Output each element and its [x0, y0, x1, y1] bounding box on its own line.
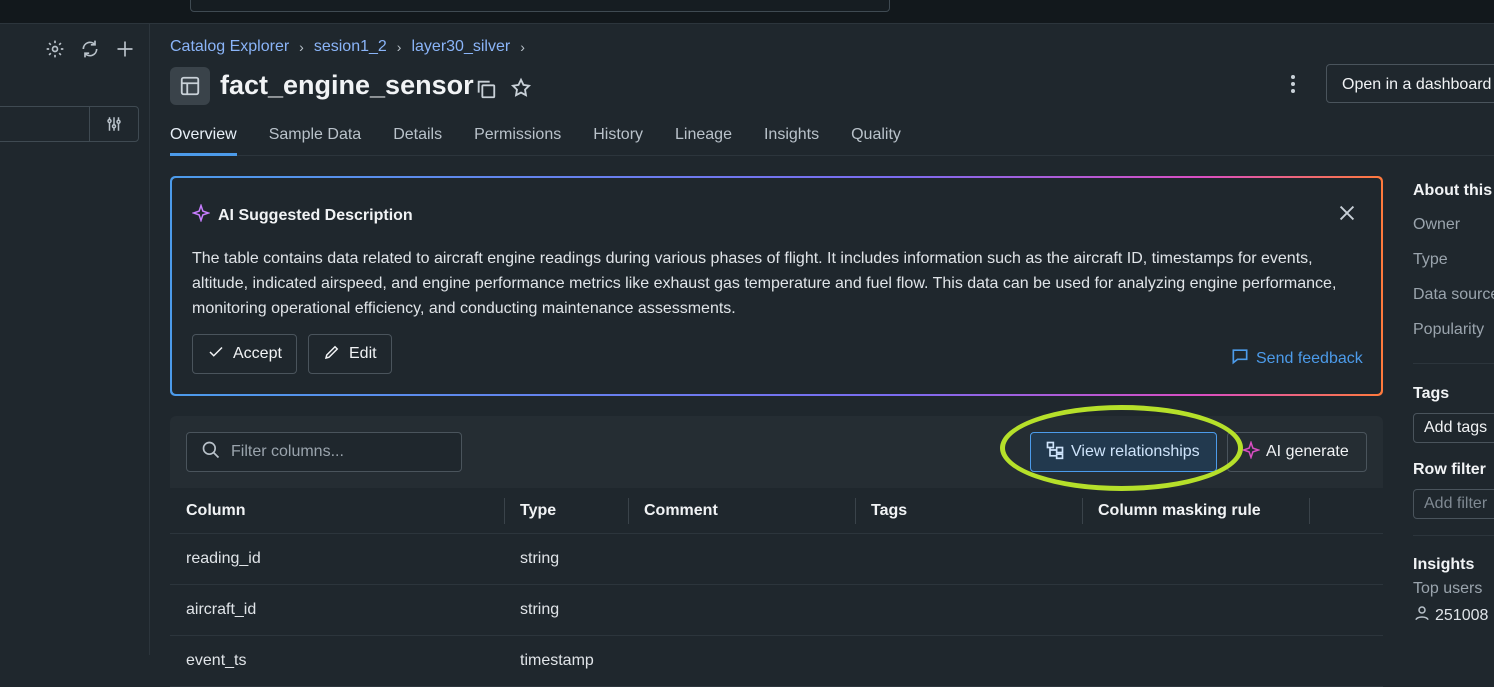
column-header-column[interactable]: Column: [170, 488, 504, 533]
speech-bubble-icon: [1230, 346, 1250, 371]
sparkle-icon: [191, 203, 211, 227]
tab-lineage[interactable]: Lineage: [675, 126, 732, 156]
column-header-comment[interactable]: Comment: [628, 488, 855, 533]
search-icon: [201, 440, 221, 465]
gear-icon[interactable]: [44, 38, 66, 60]
filter-columns-input[interactable]: Filter columns...: [186, 432, 462, 472]
columns-table: Column Type Comment Tags Column masking …: [170, 488, 1383, 687]
sparkle-icon: [1241, 439, 1261, 464]
row-filter-heading: Row filter: [1413, 461, 1486, 478]
owner-label: Owner: [1413, 216, 1461, 233]
about-heading: About this: [1413, 182, 1493, 199]
ai-description-card: AI Suggested Description The table conta…: [170, 176, 1383, 396]
close-icon[interactable]: [1336, 202, 1360, 226]
columns-panel: Filter columns... View relationships AI …: [170, 416, 1383, 687]
cell-column-name: aircraft_id: [186, 601, 257, 618]
insights-heading: Insights: [1413, 556, 1475, 573]
chevron-right-icon: ›: [396, 39, 402, 55]
table-icon: [170, 67, 210, 105]
send-feedback-link[interactable]: Send feedback: [1230, 346, 1363, 371]
tab-quality[interactable]: Quality: [851, 126, 901, 156]
relationships-icon: [1045, 440, 1065, 465]
breadcrumb-catalog[interactable]: sesion1_2: [314, 38, 387, 56]
data-source-label: Data source: [1413, 286, 1494, 303]
catalog-sidebar: [0, 24, 150, 655]
divider: [1413, 363, 1494, 364]
top-user-item[interactable]: 251008: [1413, 604, 1494, 627]
filter-settings-icon[interactable]: [89, 106, 139, 142]
add-filter-button[interactable]: Add filter: [1413, 489, 1494, 519]
column-header-masking-rule[interactable]: Column masking rule: [1082, 488, 1309, 533]
table-row[interactable]: reading_id string: [170, 534, 1383, 585]
chevron-right-icon: ›: [520, 39, 525, 55]
sidebar-filter-input[interactable]: [0, 106, 90, 142]
tab-bar: Overview Sample Data Details Permissions…: [170, 126, 1494, 156]
cell-column-type: string: [520, 550, 560, 567]
global-search-input[interactable]: [190, 0, 890, 12]
edit-button[interactable]: Edit: [308, 334, 392, 374]
add-tags-button[interactable]: Add tags: [1413, 413, 1494, 443]
breadcrumb-schema[interactable]: layer30_silver: [411, 38, 510, 56]
cell-column-name: reading_id: [186, 550, 261, 567]
tags-heading: Tags: [1413, 385, 1450, 402]
tab-history[interactable]: History: [593, 126, 643, 156]
view-relationships-button[interactable]: View relationships: [1030, 432, 1217, 472]
top-users-label: Top users: [1413, 580, 1483, 597]
breadcrumb-catalog-explorer[interactable]: Catalog Explorer: [170, 38, 289, 56]
copy-icon[interactable]: [475, 78, 497, 100]
column-header-empty: [1309, 488, 1383, 533]
tab-details[interactable]: Details: [393, 126, 442, 156]
page-title: fact_engine_sensor: [220, 70, 474, 100]
pencil-icon: [323, 343, 341, 366]
tab-insights[interactable]: Insights: [764, 126, 819, 156]
ai-description-title: AI Suggested Description: [191, 203, 413, 227]
column-header-type[interactable]: Type: [504, 488, 628, 533]
table-header-row: Column Type Comment Tags Column masking …: [170, 488, 1383, 534]
ai-description-text: The table contains data related to aircr…: [192, 250, 1337, 317]
about-panel: About this Owner Type Data source Popula…: [1413, 180, 1494, 627]
star-icon[interactable]: [510, 77, 532, 99]
add-icon[interactable]: [114, 38, 136, 60]
tab-overview[interactable]: Overview: [170, 126, 237, 156]
top-bar: [0, 0, 1494, 24]
accept-button[interactable]: Accept: [192, 334, 297, 374]
more-options-icon[interactable]: [1282, 72, 1304, 96]
check-icon: [207, 343, 225, 366]
popularity-label: Popularity: [1413, 321, 1485, 338]
divider: [1413, 535, 1494, 536]
type-label: Type: [1413, 251, 1448, 268]
table-row[interactable]: event_ts timestamp: [170, 636, 1383, 687]
column-header-tags[interactable]: Tags: [855, 488, 1082, 533]
user-icon: [1413, 604, 1431, 627]
ai-generate-button[interactable]: AI generate: [1227, 432, 1367, 472]
tab-sample-data[interactable]: Sample Data: [269, 126, 362, 156]
chevron-right-icon: ›: [299, 39, 304, 55]
refresh-icon[interactable]: [79, 38, 101, 60]
cell-column-type: string: [520, 601, 560, 618]
tab-permissions[interactable]: Permissions: [474, 126, 561, 156]
table-row[interactable]: aircraft_id string: [170, 585, 1383, 636]
breadcrumb: Catalog Explorer › sesion1_2 › layer30_s…: [170, 38, 525, 56]
open-in-dashboard-button[interactable]: Open in a dashboard: [1326, 64, 1494, 103]
